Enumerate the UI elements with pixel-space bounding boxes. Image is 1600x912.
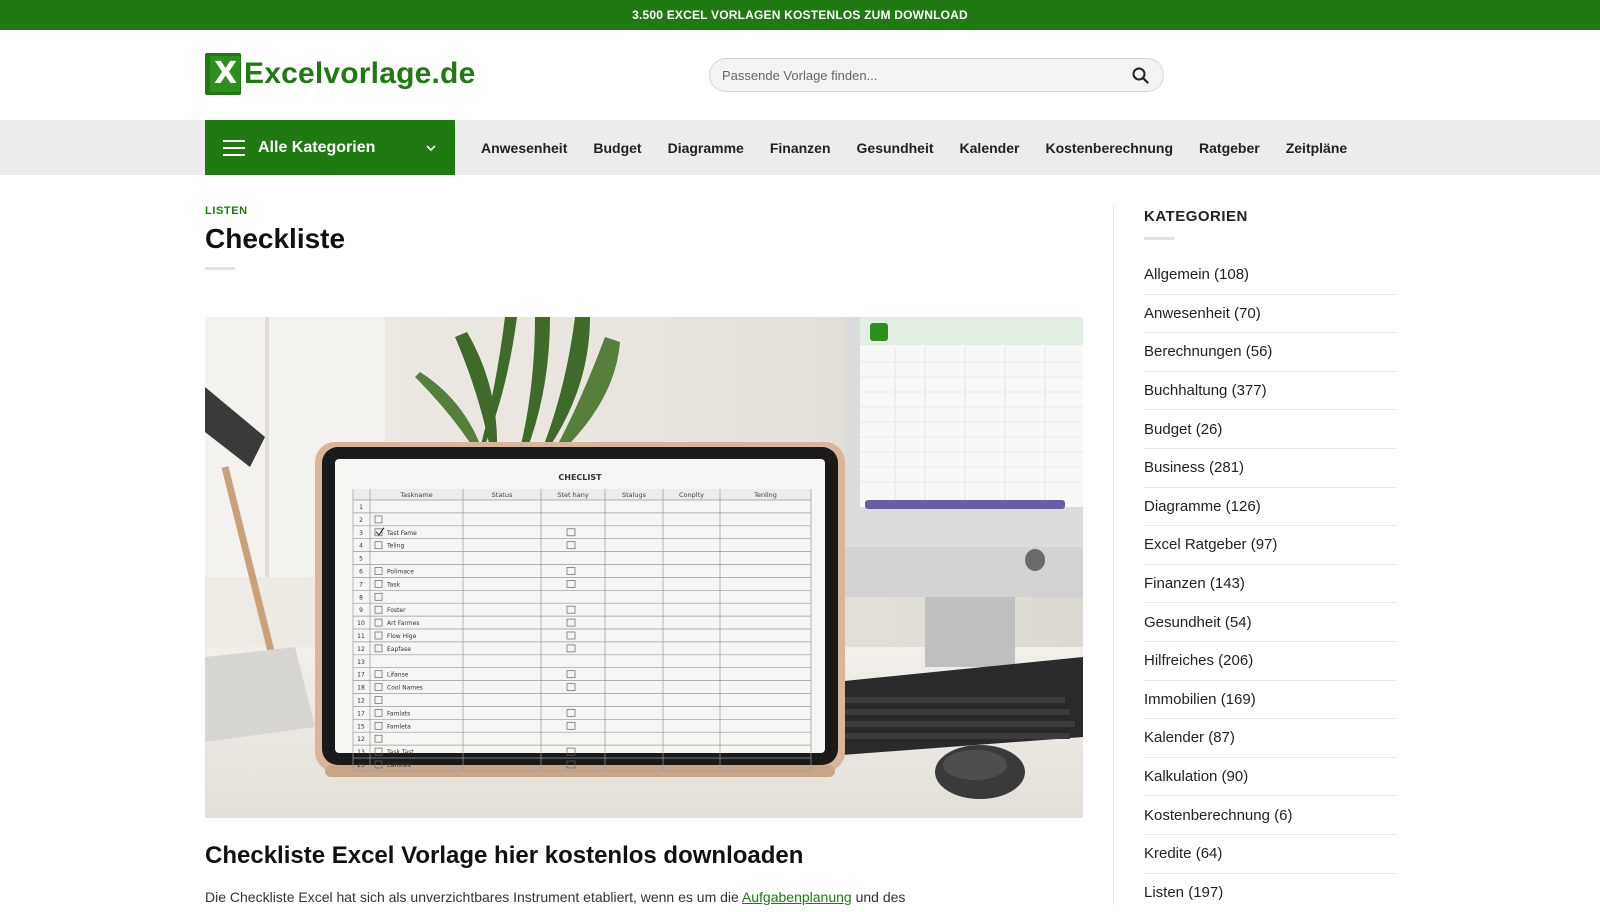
sheet-row-number: 15 xyxy=(357,723,365,730)
sheet-task-label: Lifanse xyxy=(387,672,409,679)
sheet-task-label: Task Tast xyxy=(386,749,414,756)
nav-link-ratgeber[interactable]: Ratgeber xyxy=(1199,140,1260,156)
sheet-column-header: Stet hany xyxy=(557,491,589,499)
category-item-allgemein[interactable]: Allgemein (108) xyxy=(1144,256,1396,295)
sheet-task-label: Art Farmes xyxy=(387,620,419,627)
category-item-immobilien[interactable]: Immobilien (169) xyxy=(1144,681,1396,720)
category-item-listen[interactable]: Listen (197) xyxy=(1144,874,1396,912)
sheet-task-label: Tast Fame xyxy=(386,530,417,537)
sheet-row-number: 13 xyxy=(357,659,365,666)
sheet-row-number: 17 xyxy=(357,710,365,717)
logo-letter: X xyxy=(214,58,237,90)
article-category-link[interactable]: LISTEN xyxy=(205,205,1083,217)
sheet-task-label: Foster xyxy=(387,607,406,614)
sheet-task-label: Eapfase xyxy=(387,646,411,653)
sheet-task-label: Polimace xyxy=(387,569,414,576)
category-item-kalender[interactable]: Kalender (87) xyxy=(1144,719,1396,758)
hero-image: CHECLIST Taskname Status Stet hany Stalugs C… xyxy=(205,317,1083,818)
all-categories-label: Alle Kategorien xyxy=(258,139,425,157)
aufgabenplanung-link[interactable]: Aufgabenplanung xyxy=(742,889,852,905)
sheet-row-number: 4 xyxy=(359,543,363,550)
sheet-task-label: Cool Names xyxy=(387,685,423,692)
nav-link-diagramme[interactable]: Diagramme xyxy=(668,140,744,156)
category-item-kalkulation[interactable]: Kalkulation (90) xyxy=(1144,758,1396,797)
sheet-row-number: 1 xyxy=(359,504,363,511)
article-intro-end: und des xyxy=(852,889,906,905)
main-navigation: Alle Kategorien Anwesenheit Budget Diagr… xyxy=(0,120,1600,175)
search-bar xyxy=(709,58,1164,92)
sheet-row-number: 10 xyxy=(357,620,365,627)
article-intro: Die Checkliste Excel hat sich als unverz… xyxy=(205,889,905,905)
sheet-task-label: Task xyxy=(386,581,400,588)
search-input[interactable] xyxy=(722,68,1129,83)
promo-bar: 3.500 EXCEL VORLAGEN KOSTENLOS ZUM DOWNL… xyxy=(0,0,1600,30)
sheet-row-number: 12 xyxy=(357,736,365,743)
all-categories-dropdown[interactable]: Alle Kategorien xyxy=(205,120,455,175)
title-divider xyxy=(205,267,235,270)
category-item-budget[interactable]: Budget (26) xyxy=(1144,410,1396,449)
sheet-title: CHECLIST xyxy=(558,473,602,482)
sheet-column-header: Conplty xyxy=(679,491,704,499)
chevron-down-icon xyxy=(425,142,437,154)
sheet-row-number: 2 xyxy=(359,517,363,524)
search-icon[interactable] xyxy=(1129,64,1151,86)
sheet-row-number: 17 xyxy=(357,672,365,679)
nav-link-budget[interactable]: Budget xyxy=(593,140,641,156)
category-item-berechnungen[interactable]: Berechnungen (56) xyxy=(1144,333,1396,372)
article-header: LISTEN Checkliste xyxy=(205,205,1083,270)
sheet-task-label: Famleta xyxy=(387,723,411,730)
page-title: Checkliste xyxy=(205,223,1083,255)
sheet-row-number: 5 xyxy=(359,556,363,563)
sheet-task-label: Eafilites xyxy=(387,762,411,769)
category-item-gesundheit[interactable]: Gesundheit (54) xyxy=(1144,603,1396,642)
category-item-kredite[interactable]: Kredite (64) xyxy=(1144,835,1396,874)
sheet-row-number: 6 xyxy=(359,569,363,576)
site-logo[interactable]: X Excelvorlage.de xyxy=(205,53,475,95)
sheet-column-header: Taskname xyxy=(399,491,432,499)
sheet-row-number: 8 xyxy=(359,594,363,601)
sheet-task-label: Flow Hige xyxy=(387,633,417,640)
sheet-row-number: 9 xyxy=(359,607,363,614)
site-header: X Excelvorlage.de xyxy=(0,30,1600,120)
nav-links: Anwesenheit Budget Diagramme Finanzen Ge… xyxy=(481,120,1347,175)
sheet-column-header: Tenling xyxy=(753,491,777,499)
logo-text: Excelvorlage.de xyxy=(244,57,475,91)
hamburger-icon xyxy=(223,140,245,156)
category-list: Allgemein (108) Anwesenheit (70) Berechn… xyxy=(1144,256,1396,912)
sheet-column-header: Stalugs xyxy=(622,491,647,499)
sidebar-title-divider xyxy=(1144,237,1174,240)
nav-link-zeitplaene[interactable]: Zeitpläne xyxy=(1286,140,1347,156)
sheet-row-number: 11 xyxy=(357,633,365,640)
excel-logo-icon: X xyxy=(205,53,241,95)
nav-link-kostenberechnung[interactable]: Kostenberechnung xyxy=(1045,140,1173,156)
category-item-diagramme[interactable]: Diagramme (126) xyxy=(1144,488,1396,527)
category-item-kostenberechnung[interactable]: Kostenberechnung (6) xyxy=(1144,796,1396,835)
section-heading: Checkliste Excel Vorlage hier kostenlos … xyxy=(205,842,803,870)
sheet-row-number: 23 xyxy=(357,762,365,769)
column-divider xyxy=(1113,205,1114,905)
sheet-column-header: Status xyxy=(492,491,513,499)
nav-link-gesundheit[interactable]: Gesundheit xyxy=(857,140,934,156)
sheet-task-label: Teling xyxy=(386,543,404,550)
sheet-task-label: Famlats xyxy=(387,710,410,717)
category-item-excel-ratgeber[interactable]: Excel Ratgeber (97) xyxy=(1144,526,1396,565)
category-item-hilfreiches[interactable]: Hilfreiches (206) xyxy=(1144,642,1396,681)
sidebar-title: KATEGORIEN xyxy=(1144,208,1396,225)
sheet-row-number: 7 xyxy=(359,581,363,588)
category-item-anwesenheit[interactable]: Anwesenheit (70) xyxy=(1144,295,1396,334)
nav-link-kalender[interactable]: Kalender xyxy=(960,140,1020,156)
sheet-row-number: 12 xyxy=(357,698,365,705)
category-item-business[interactable]: Business (281) xyxy=(1144,449,1396,488)
sheet-row-number: 3 xyxy=(359,530,363,537)
promo-text: 3.500 EXCEL VORLAGEN KOSTENLOS ZUM DOWNL… xyxy=(632,8,968,22)
nav-link-anwesenheit[interactable]: Anwesenheit xyxy=(481,140,567,156)
sheet-row-number: 13 xyxy=(357,749,365,756)
category-item-finanzen[interactable]: Finanzen (143) xyxy=(1144,565,1396,604)
category-item-buchhaltung[interactable]: Buchhaltung (377) xyxy=(1144,372,1396,411)
nav-link-finanzen[interactable]: Finanzen xyxy=(770,140,831,156)
article-intro-start: Die Checkliste Excel hat sich als unverz… xyxy=(205,889,742,905)
sheet-row-number: 12 xyxy=(357,646,365,653)
sheet-row-number: 18 xyxy=(357,685,365,692)
sidebar-categories: KATEGORIEN Allgemein (108) Anwesenheit (… xyxy=(1144,208,1396,912)
